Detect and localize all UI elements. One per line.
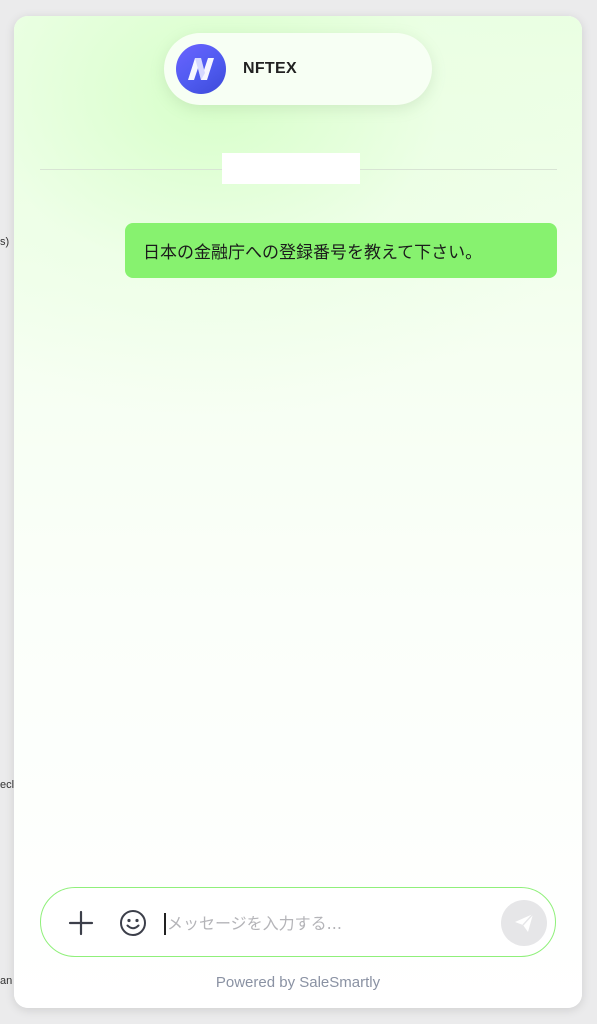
nftex-logo-icon <box>176 44 226 94</box>
message-composer <box>40 887 556 957</box>
chat-widget: NFTEX 日本の金融庁への登録番号を教えて下さい。 メッセージを入力する...… <box>14 16 582 1008</box>
smiley-icon <box>120 910 146 936</box>
user-message-bubble: 日本の金融庁への登録番号を教えて下さい。 <box>125 223 557 278</box>
send-button[interactable] <box>501 900 547 946</box>
brand-name: NFTEX <box>243 60 297 77</box>
paper-plane-icon <box>515 913 534 932</box>
message-input[interactable] <box>167 906 497 940</box>
powered-by-footer: Powered by SaleSmartly <box>215 974 381 991</box>
background-text-fragment: ecl <box>0 779 15 791</box>
background-text-fragment: an <box>0 975 13 987</box>
emoji-button[interactable] <box>116 906 150 940</box>
text-caret <box>164 913 166 935</box>
date-label <box>222 153 360 184</box>
attach-button[interactable] <box>65 907 97 939</box>
chat-header: NFTEX <box>164 33 432 105</box>
plus-icon <box>68 910 94 936</box>
background-text-fragment: s) <box>0 236 10 248</box>
